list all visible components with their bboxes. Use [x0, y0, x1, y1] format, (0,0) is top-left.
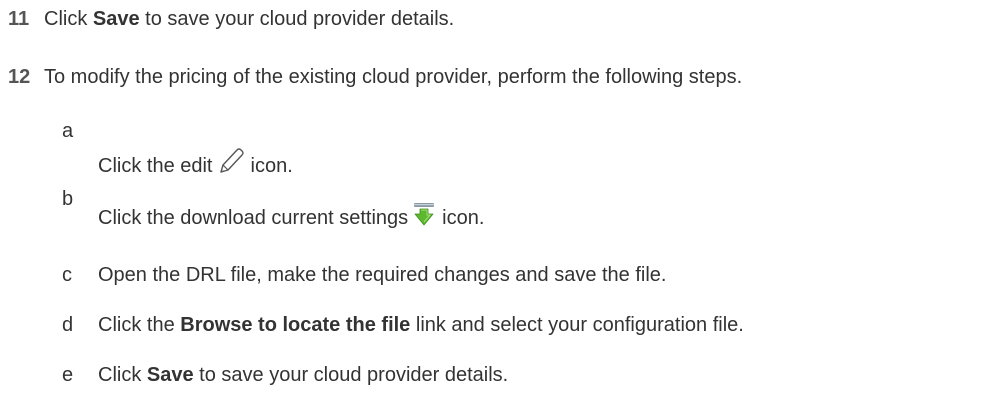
- substep-text: Click the Browse to locate the file link…: [98, 314, 744, 337]
- browse-link-label: Browse to locate the file: [180, 314, 411, 336]
- substep-letter: a: [62, 120, 74, 142]
- substep-text: Click the edit icon.: [98, 146, 293, 178]
- substep-text-post: icon.: [442, 207, 485, 229]
- substep-text-post: link and select your configuration file.: [410, 314, 744, 336]
- substep-text-pre: Click the download current settings: [98, 207, 409, 229]
- step-text: Click Save to save your cloud provider d…: [44, 8, 454, 31]
- pencil-icon: [219, 148, 244, 173]
- step-text-pre: Click: [44, 8, 93, 30]
- step-number: 12: [8, 66, 31, 88]
- substep-text: Click Save to save your cloud provider d…: [98, 364, 508, 387]
- save-label: Save: [92, 8, 140, 30]
- substep-text: Click the download current settings icon…: [98, 202, 484, 230]
- download-arrow-icon: [414, 203, 435, 226]
- substep-text-pre: Click the: [98, 314, 181, 336]
- step-text-post: to save your cloud provider details.: [139, 8, 455, 30]
- save-label: Save: [146, 364, 194, 386]
- substep-text-pre: Click the edit: [98, 155, 213, 177]
- substep-text-pre: Click: [98, 364, 147, 386]
- substep-letter: b: [62, 188, 74, 210]
- substep-letter: e: [62, 364, 74, 386]
- substep-text-post: icon.: [250, 155, 293, 177]
- substep-letter: d: [62, 314, 74, 336]
- substep-text-post: to save your cloud provider details.: [193, 364, 509, 386]
- step-number: 11: [8, 8, 30, 30]
- substep-letter: c: [62, 264, 72, 286]
- substep-text: Open the DRL file, make the required cha…: [98, 264, 667, 286]
- step-text: To modify the pricing of the existing cl…: [44, 66, 743, 88]
